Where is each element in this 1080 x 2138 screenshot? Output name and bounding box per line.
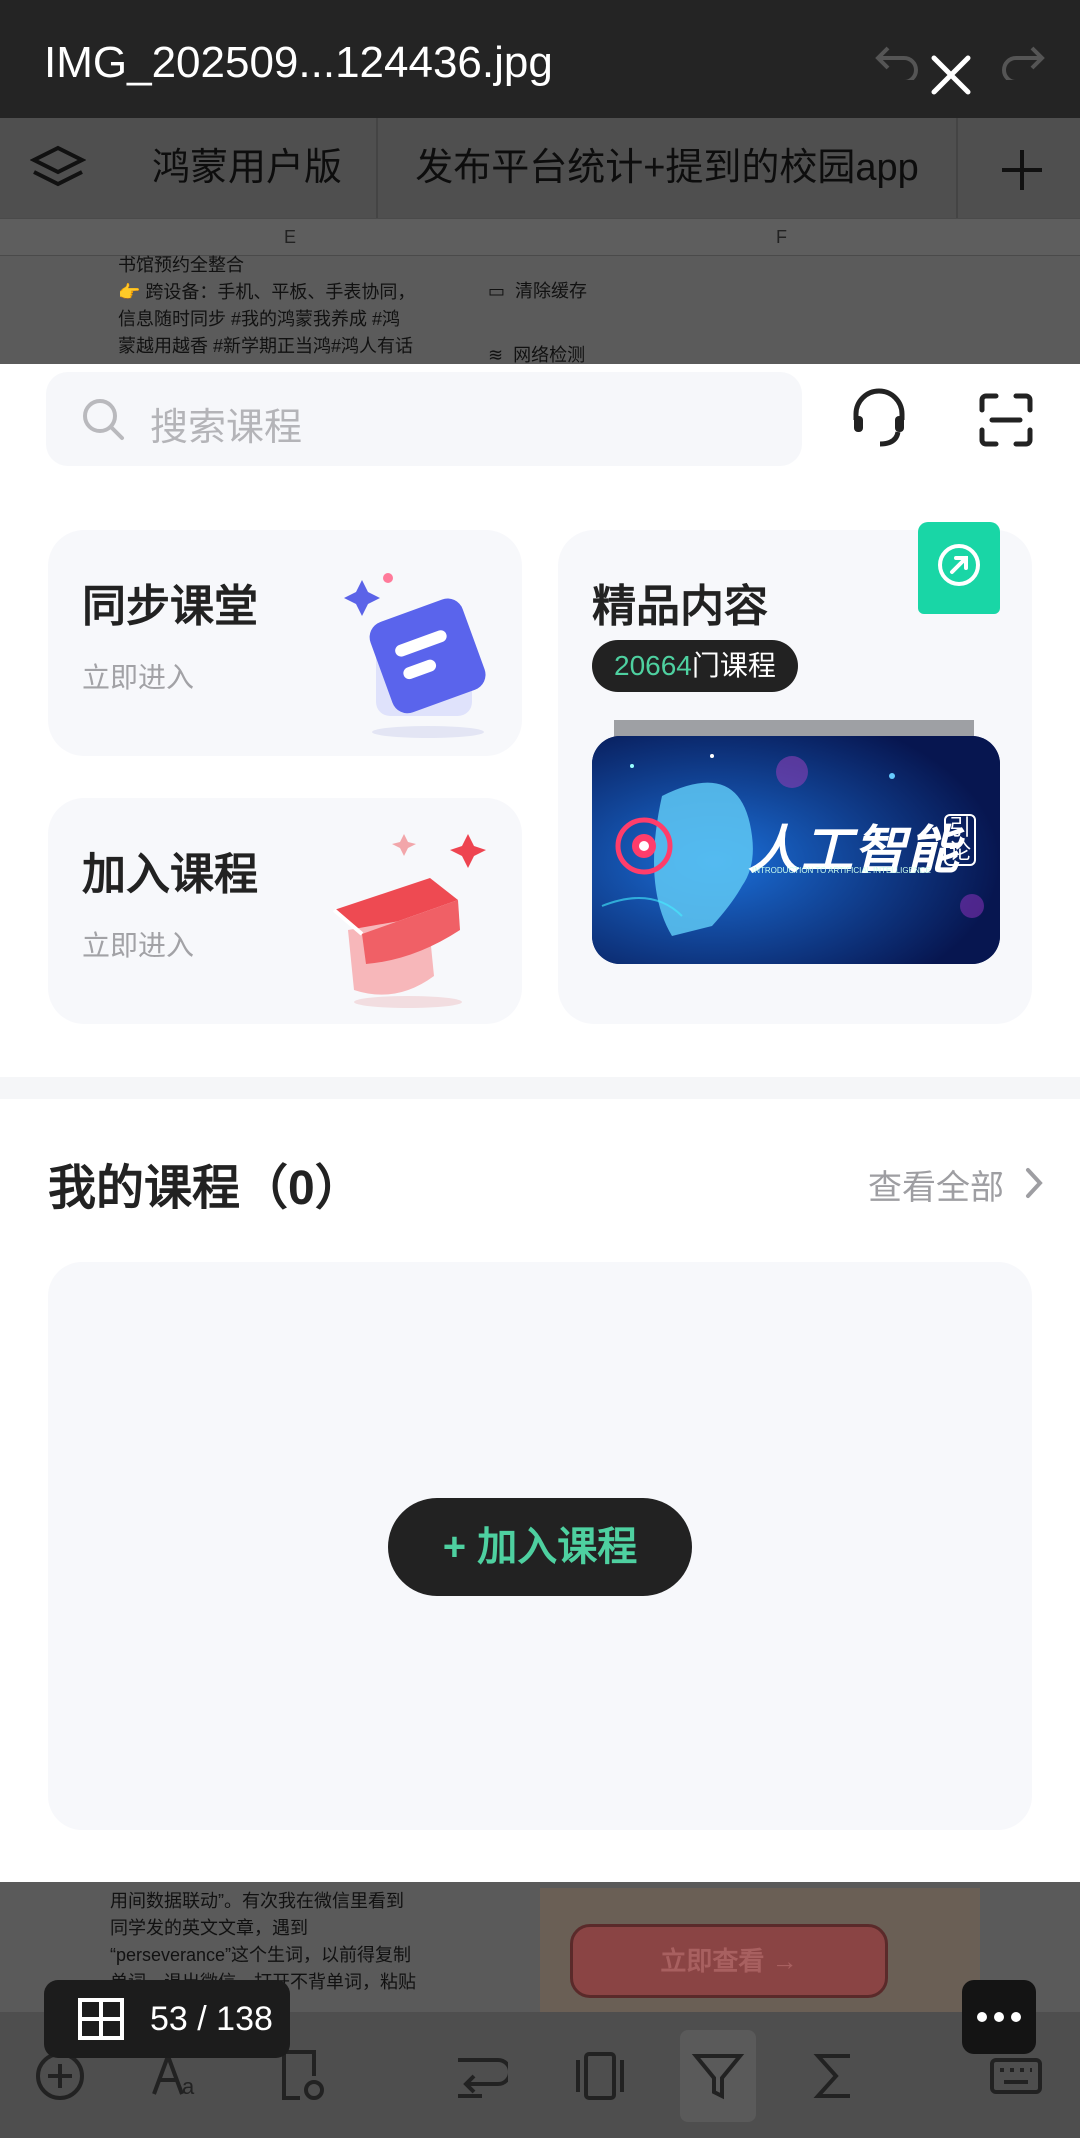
svg-text:a: a <box>182 2074 195 2099</box>
column-f-label: F <box>776 227 787 247</box>
course-count-badge: 20664门课程 <box>592 640 798 692</box>
sync-class-card[interactable]: 同步课堂 立即进入 <box>48 530 522 756</box>
more-options-button[interactable] <box>962 1980 1036 2054</box>
sync-class-title: 同步课堂 <box>82 582 258 631</box>
column-header-row: E F <box>0 218 1080 256</box>
page-counter[interactable]: 53 / 138 <box>44 1980 290 2058</box>
cell-f-item-cache: ▭ 清除缓存 <box>488 281 588 301</box>
cell-line: 书馆预约全整合 <box>118 255 244 275</box>
grid-view-icon <box>78 1998 124 2040</box>
layers-icon[interactable] <box>30 144 86 194</box>
arrow-up-right-icon <box>938 544 980 586</box>
more-dots-icon <box>977 2012 1021 2022</box>
cell-line: 信息随时同步 #我的鸿蒙我养成 #鸿 <box>118 309 401 329</box>
sheet-tab-bar: 鸿蒙用户版 发布平台统计+提到的校园app <box>0 118 1080 218</box>
cell-e-text: 书馆预约全整合 👉 跨设备：手机、平板、手表协同， 信息随时同步 #我的鸿蒙我养… <box>118 252 458 360</box>
close-icon[interactable] <box>928 52 974 98</box>
viewer-filename: IMG_202509...124436.jpg <box>44 38 553 87</box>
freeze-columns-icon[interactable] <box>572 2048 628 2104</box>
banner-english-subtitle: INTRODUCTION TO ARTIFICIAL INTELLIGENCE <box>752 866 931 875</box>
banner-side-label: 引论 <box>944 814 976 866</box>
join-course-subtitle: 立即进入 <box>82 930 195 961</box>
section-divider <box>0 1077 1080 1099</box>
search-icon <box>83 399 124 440</box>
search-input[interactable]: 搜索课程 <box>150 396 302 451</box>
view-all-link[interactable]: 查看全部 <box>868 1160 1004 1209</box>
cell-line: 同学发的英文文章，遇到 <box>110 1918 308 1938</box>
embedded-ad-image: 立即查看 → <box>540 1888 980 2012</box>
open-premium-tag[interactable] <box>918 522 1000 614</box>
redo-icon[interactable] <box>1000 40 1046 80</box>
keyboard-icon[interactable] <box>988 2048 1044 2104</box>
cell-f-item-label: 清除缓存 <box>515 281 588 301</box>
scan-icon[interactable] <box>978 392 1034 448</box>
sum-icon[interactable] <box>808 2048 864 2104</box>
page-counter-text: 53 / 138 <box>150 2000 273 2038</box>
chevron-right-icon[interactable] <box>1024 1166 1046 1200</box>
cell-line: “perseverance”这个生词，以前得复制 <box>110 1945 412 1965</box>
course-count-number: 20664 <box>614 650 692 681</box>
ai-course-banner[interactable]: 人工智能 引论 INTRODUCTION TO ARTIFICIAL INTEL… <box>592 736 1000 964</box>
wrap-text-icon[interactable] <box>452 2048 508 2104</box>
column-e-label: E <box>284 227 297 247</box>
headset-icon[interactable] <box>848 388 910 450</box>
cell-line: 用间数据联动”。有次我在微信里看到 <box>110 1891 404 1911</box>
cell-line: 👉 跨设备：手机、平板、手表协同， <box>118 282 416 302</box>
sheet-tab-harmony[interactable]: 鸿蒙用户版 <box>118 118 378 218</box>
course-count-suffix: 门课程 <box>691 650 776 681</box>
join-course-button[interactable]: + 加入课程 <box>388 1498 692 1596</box>
sheet-tab-platform-stats[interactable]: 发布平台统计+提到的校园app <box>378 118 958 218</box>
sync-class-subtitle: 立即进入 <box>82 662 195 693</box>
join-course-card[interactable]: 加入课程 立即进入 <box>48 798 522 1024</box>
cell-f-item-label: 网络检测 <box>513 345 586 365</box>
join-course-title: 加入课程 <box>82 850 258 899</box>
my-courses-heading: 我的课程（0） <box>48 1162 363 1215</box>
graduation-cap-icon <box>332 834 486 1008</box>
add-sheet-icon[interactable] <box>998 146 1046 194</box>
undo-icon[interactable] <box>874 40 920 80</box>
search-bar[interactable]: 搜索课程 <box>46 372 802 466</box>
sync-class-illustration-icon <box>344 573 486 738</box>
premium-title: 精品内容 <box>592 582 768 631</box>
cell-line: 蒙越用越香 #新学期正当鸿#鸿人有话 <box>118 336 414 356</box>
filter-icon[interactable] <box>690 2048 746 2104</box>
view-now-button[interactable]: 立即查看 → <box>570 1924 888 1998</box>
